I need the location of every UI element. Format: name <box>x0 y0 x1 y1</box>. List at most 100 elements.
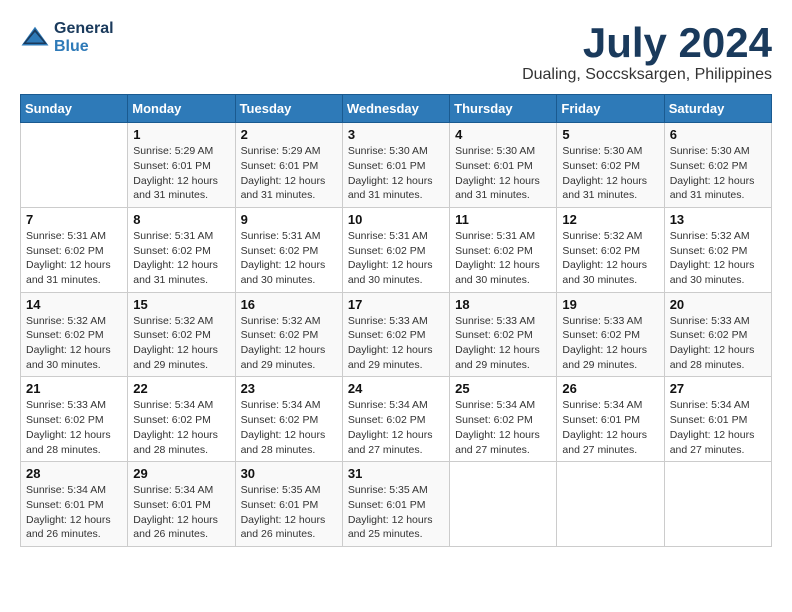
day-info: Sunrise: 5:34 AM Sunset: 6:01 PM Dayligh… <box>562 398 658 457</box>
day-number: 14 <box>26 297 122 312</box>
header-thursday: Thursday <box>450 95 557 123</box>
calendar-cell: 25Sunrise: 5:34 AM Sunset: 6:02 PM Dayli… <box>450 377 557 462</box>
day-info: Sunrise: 5:33 AM Sunset: 6:02 PM Dayligh… <box>26 398 122 457</box>
calendar-cell: 26 Sunrise: 5:34 AM Sunset: 6:01 PM Dayli… <box>557 377 664 462</box>
day-info: Sunrise: 5:30 AM Sunset: 6:02 PM Dayligh… <box>562 144 658 203</box>
calendar-cell: 29 Sunrise: 5:34 AM Sunset: 6:01 PM Dayli… <box>128 462 235 547</box>
calendar-table: SundayMondayTuesdayWednesdayThursdayFrid… <box>20 94 772 547</box>
calendar-cell: 21 Sunrise: 5:33 AM Sunset: 6:02 PM Dayli… <box>21 377 128 462</box>
week-row: 1 Sunrise: 5:29 AM Sunset: 6:01 PM Daylig… <box>21 123 772 208</box>
day-info: Sunrise: 5:33 AM Sunset: 6:02 PM Dayligh… <box>348 314 444 373</box>
day-info: Sunrise: 5:30 AM Sunset: 6:02 PM Dayligh… <box>670 144 766 203</box>
calendar-cell: 27 Sunrise: 5:34 AM Sunset: 6:01 PM Dayli… <box>664 377 771 462</box>
day-number: 2 <box>241 127 337 142</box>
day-number: 9 <box>241 212 337 227</box>
day-number: 3 <box>348 127 444 142</box>
calendar-cell <box>664 462 771 547</box>
calendar-cell: 22 Sunrise: 5:34 AM Sunset: 6:02 PM Dayli… <box>128 377 235 462</box>
day-number: 19 <box>562 297 658 312</box>
day-info: Sunrise: 5:29 AM Sunset: 6:01 PM Dayligh… <box>133 144 229 203</box>
calendar-cell: 11Sunrise: 5:31 AM Sunset: 6:02 PM Dayli… <box>450 207 557 292</box>
day-number: 1 <box>133 127 229 142</box>
calendar-cell <box>557 462 664 547</box>
day-info: Sunrise: 5:32 AM Sunset: 6:02 PM Dayligh… <box>670 229 766 288</box>
day-number: 29 <box>133 466 229 481</box>
day-number: 8 <box>133 212 229 227</box>
day-info: Sunrise: 5:32 AM Sunset: 6:02 PM Dayligh… <box>562 229 658 288</box>
header-saturday: Saturday <box>664 95 771 123</box>
calendar-cell: 6Sunrise: 5:30 AM Sunset: 6:02 PM Daylig… <box>664 123 771 208</box>
header-friday: Friday <box>557 95 664 123</box>
header-sunday: Sunday <box>21 95 128 123</box>
calendar-cell: 17 Sunrise: 5:33 AM Sunset: 6:02 PM Dayli… <box>342 292 449 377</box>
day-number: 12 <box>562 212 658 227</box>
day-number: 4 <box>455 127 551 142</box>
day-number: 27 <box>670 381 766 396</box>
day-number: 20 <box>670 297 766 312</box>
calendar-cell: 12 Sunrise: 5:32 AM Sunset: 6:02 PM Dayli… <box>557 207 664 292</box>
day-number: 30 <box>241 466 337 481</box>
header-row: SundayMondayTuesdayWednesdayThursdayFrid… <box>21 95 772 123</box>
header-tuesday: Tuesday <box>235 95 342 123</box>
day-info: Sunrise: 5:30 AM Sunset: 6:01 PM Dayligh… <box>455 144 551 203</box>
calendar-cell: 8 Sunrise: 5:31 AM Sunset: 6:02 PM Daylig… <box>128 207 235 292</box>
week-row: 14 Sunrise: 5:32 AM Sunset: 6:02 PM Dayli… <box>21 292 772 377</box>
calendar-cell: 28Sunrise: 5:34 AM Sunset: 6:01 PM Dayli… <box>21 462 128 547</box>
calendar-cell: 30Sunrise: 5:35 AM Sunset: 6:01 PM Dayli… <box>235 462 342 547</box>
calendar-cell: 20 Sunrise: 5:33 AM Sunset: 6:02 PM Dayli… <box>664 292 771 377</box>
day-info: Sunrise: 5:31 AM Sunset: 6:02 PM Dayligh… <box>26 229 122 288</box>
calendar-cell: 7Sunrise: 5:31 AM Sunset: 6:02 PM Daylig… <box>21 207 128 292</box>
month-title: July 2024 <box>522 20 772 66</box>
day-number: 23 <box>241 381 337 396</box>
day-number: 25 <box>455 381 551 396</box>
day-number: 26 <box>562 381 658 396</box>
day-info: Sunrise: 5:34 AM Sunset: 6:01 PM Dayligh… <box>670 398 766 457</box>
calendar-cell: 2 Sunrise: 5:29 AM Sunset: 6:01 PM Daylig… <box>235 123 342 208</box>
day-number: 22 <box>133 381 229 396</box>
day-number: 13 <box>670 212 766 227</box>
day-number: 31 <box>348 466 444 481</box>
calendar-cell: 14 Sunrise: 5:32 AM Sunset: 6:02 PM Dayli… <box>21 292 128 377</box>
logo-icon <box>20 23 50 53</box>
calendar-cell: 18 Sunrise: 5:33 AM Sunset: 6:02 PM Dayli… <box>450 292 557 377</box>
day-info: Sunrise: 5:33 AM Sunset: 6:02 PM Dayligh… <box>455 314 551 373</box>
day-info: Sunrise: 5:32 AM Sunset: 6:02 PM Dayligh… <box>133 314 229 373</box>
header-wednesday: Wednesday <box>342 95 449 123</box>
logo-text-blue: Blue <box>54 38 114 56</box>
day-info: Sunrise: 5:31 AM Sunset: 6:02 PM Dayligh… <box>241 229 337 288</box>
page-header: General Blue July 2024 Dualing, Soccsksa… <box>20 20 772 84</box>
day-number: 15 <box>133 297 229 312</box>
day-number: 11 <box>455 212 551 227</box>
week-row: 7Sunrise: 5:31 AM Sunset: 6:02 PM Daylig… <box>21 207 772 292</box>
day-number: 21 <box>26 381 122 396</box>
day-number: 17 <box>348 297 444 312</box>
logo-text-general: General <box>54 20 114 38</box>
calendar-cell: 15 Sunrise: 5:32 AM Sunset: 6:02 PM Dayli… <box>128 292 235 377</box>
calendar-cell: 24Sunrise: 5:34 AM Sunset: 6:02 PM Dayli… <box>342 377 449 462</box>
calendar-cell: 31 Sunrise: 5:35 AM Sunset: 6:01 PM Dayli… <box>342 462 449 547</box>
day-info: Sunrise: 5:34 AM Sunset: 6:02 PM Dayligh… <box>241 398 337 457</box>
calendar-cell: 9 Sunrise: 5:31 AM Sunset: 6:02 PM Daylig… <box>235 207 342 292</box>
day-info: Sunrise: 5:32 AM Sunset: 6:02 PM Dayligh… <box>241 314 337 373</box>
header-monday: Monday <box>128 95 235 123</box>
day-number: 16 <box>241 297 337 312</box>
calendar-cell: 19 Sunrise: 5:33 AM Sunset: 6:02 PM Dayli… <box>557 292 664 377</box>
day-number: 10 <box>348 212 444 227</box>
day-info: Sunrise: 5:30 AM Sunset: 6:01 PM Dayligh… <box>348 144 444 203</box>
day-number: 18 <box>455 297 551 312</box>
day-info: Sunrise: 5:31 AM Sunset: 6:02 PM Dayligh… <box>133 229 229 288</box>
calendar-cell: 3 Sunrise: 5:30 AM Sunset: 6:01 PM Daylig… <box>342 123 449 208</box>
logo: General Blue <box>20 20 114 56</box>
calendar-cell: 13 Sunrise: 5:32 AM Sunset: 6:02 PM Dayli… <box>664 207 771 292</box>
day-info: Sunrise: 5:33 AM Sunset: 6:02 PM Dayligh… <box>670 314 766 373</box>
day-info: Sunrise: 5:32 AM Sunset: 6:02 PM Dayligh… <box>26 314 122 373</box>
day-info: Sunrise: 5:29 AM Sunset: 6:01 PM Dayligh… <box>241 144 337 203</box>
calendar-cell: 16 Sunrise: 5:32 AM Sunset: 6:02 PM Dayli… <box>235 292 342 377</box>
day-info: Sunrise: 5:34 AM Sunset: 6:01 PM Dayligh… <box>133 483 229 542</box>
day-info: Sunrise: 5:33 AM Sunset: 6:02 PM Dayligh… <box>562 314 658 373</box>
calendar-cell: 23 Sunrise: 5:34 AM Sunset: 6:02 PM Dayli… <box>235 377 342 462</box>
calendar-cell <box>450 462 557 547</box>
day-info: Sunrise: 5:35 AM Sunset: 6:01 PM Dayligh… <box>348 483 444 542</box>
day-info: Sunrise: 5:34 AM Sunset: 6:02 PM Dayligh… <box>133 398 229 457</box>
day-number: 5 <box>562 127 658 142</box>
